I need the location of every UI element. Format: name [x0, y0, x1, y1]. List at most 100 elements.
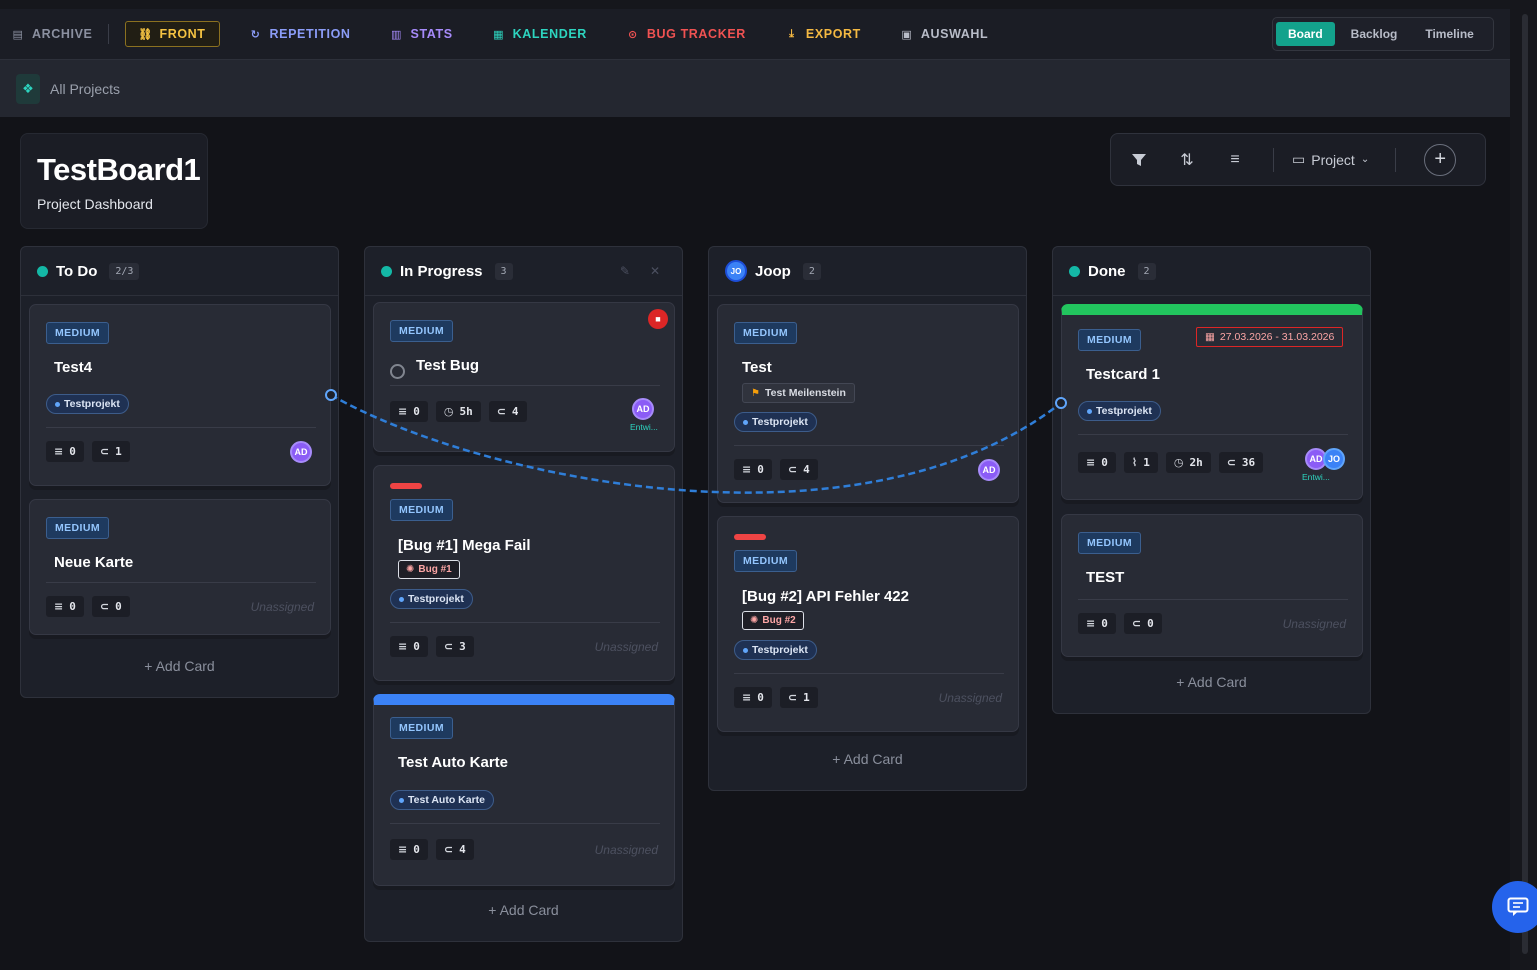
chevron-down-icon: ⌄ [1360, 154, 1370, 165]
card-title: [Bug #2] API Fehler 422 [742, 588, 909, 605]
list-icon: ≡ [1086, 617, 1096, 630]
column-header: In Progress 3 ✎ ✕ [365, 247, 682, 296]
toolbar-separator [1273, 147, 1274, 172]
project-tag: Testprojekt [46, 394, 129, 414]
filter-icon[interactable] [1129, 150, 1149, 170]
nav-export[interactable]: ⤓ EXPORT [786, 27, 861, 41]
subtask-count: ⊂ 0 [1123, 613, 1162, 634]
column-status-dot [381, 265, 392, 277]
nav-archive[interactable]: ▤ ARCHIVE [12, 27, 92, 41]
bug-color-strip [734, 534, 766, 540]
board-title-card: TestBoard1 Project Dashboard [20, 133, 208, 229]
project-tag: Testprojekt [734, 412, 817, 432]
subtask-count: ⊂ 1 [779, 687, 818, 708]
description-count: ≡ 0 [1078, 613, 1116, 634]
column-title: Done [1088, 262, 1126, 280]
priority-badge: MEDIUM [1078, 329, 1141, 351]
nav-bugtracker[interactable]: ⊙ BUG TRACKER [627, 27, 746, 41]
priority-badge: MEDIUM [390, 320, 453, 342]
view-timeline-button[interactable]: Timeline [1413, 22, 1485, 46]
unassigned-label: Unassigned [594, 640, 658, 654]
card-metrics: ≡ 0 ⊂ 4 [734, 459, 818, 480]
card[interactable]: MEDIUM Test4 Testprojekt ≡ 0 ⊂ 1 AD [29, 304, 331, 486]
project-dropdown[interactable]: ▭ Project ⌄ [1292, 151, 1369, 168]
add-card-button[interactable]: + Add Card [709, 751, 1026, 767]
card[interactable]: MEDIUM Test Auto Karte Test Auto Karte ≡… [373, 694, 675, 886]
subtask-icon: ⊂ [443, 843, 454, 856]
nav-export-label: EXPORT [805, 27, 861, 41]
column-title: To Do [56, 262, 98, 280]
nav-auswahl[interactable]: ▣ AUSWAHL [901, 27, 988, 41]
card[interactable]: MEDIUM [Bug #1] Mega Fail ✺ Bug #1 Testpr… [373, 465, 675, 681]
nav-repetition[interactable]: ↻ REPETITION [250, 27, 351, 41]
sort-icon[interactable]: ⇅ [1177, 150, 1197, 170]
close-icon[interactable]: ✕ [650, 264, 660, 278]
nav-front[interactable]: ⛓ FRONT [125, 21, 220, 47]
app-logo-icon[interactable]: ❖ [16, 73, 40, 104]
top-nav: ▤ ARCHIVE ⛓ FRONT ↻ REPETITION ▥ STATS ▦… [0, 9, 1510, 59]
card[interactable]: MEDIUM ▦ 27.03.2026 - 31.03.2026 Testcard… [1061, 304, 1363, 500]
avatar[interactable]: AD [290, 441, 312, 463]
add-card-button[interactable]: + Add Card [21, 658, 338, 674]
unassigned-label: Unassigned [250, 600, 314, 614]
folder-icon: ▭ [1292, 151, 1306, 167]
calendar-icon: ▦ [493, 28, 505, 41]
priority-badge: MEDIUM [390, 499, 453, 521]
subtask-icon: ⊂ [1131, 617, 1142, 630]
view-board-button[interactable]: Board [1276, 22, 1335, 46]
nav-repetition-label: REPETITION [269, 27, 351, 41]
subtask-count: ⊂ 1 [91, 441, 130, 462]
add-button[interactable]: + [1424, 143, 1457, 176]
card[interactable]: MEDIUM [Bug #2] API Fehler 422 ✺ Bug #2 T… [717, 516, 1019, 732]
edit-icon[interactable]: ✎ [620, 264, 630, 278]
add-card-button[interactable]: + Add Card [365, 902, 682, 918]
priority-badge: MEDIUM [390, 717, 453, 739]
nav-kalender[interactable]: ▦ KALENDER [493, 27, 587, 41]
nav-stats[interactable]: ▥ STATS [391, 27, 453, 41]
archive-icon: ▤ [12, 28, 24, 41]
card-title: Neue Karte [54, 554, 134, 571]
card[interactable]: MEDIUM Neue Karte ≡ 0 ⊂ 0 Unassigned [29, 499, 331, 635]
scrollbar-thumb[interactable] [1522, 14, 1528, 954]
project-dropdown-label: Project [1311, 151, 1355, 168]
column-done: Done 2 MEDIUM ▦ 27.03.2026 - 31.03.2026 T… [1052, 246, 1371, 714]
card-metrics: ≡ 0 ⊂ 1 [734, 687, 818, 708]
download-icon: ⤓ [789, 27, 795, 40]
chat-button[interactable] [1492, 881, 1537, 933]
status-toggle[interactable] [390, 364, 405, 379]
view-backlog-button[interactable]: Backlog [1339, 22, 1410, 46]
list-icon[interactable]: ≡ [1225, 150, 1245, 170]
list-icon: ≡ [54, 600, 64, 613]
attachment-count: ⌇ 1 [1123, 452, 1158, 473]
bug-icon: ✺ [750, 615, 759, 626]
avatar[interactable]: AD [632, 398, 654, 420]
subtask-icon: ⊂ [443, 640, 454, 653]
subtask-count: ⊂ 3 [435, 636, 474, 657]
description-count: ≡ 0 [46, 441, 84, 462]
card-divider [1078, 434, 1348, 435]
column-todo: To Do 2/3 MEDIUM Test4 Testprojekt ≡ 0 ⊂ 1… [20, 246, 339, 698]
column-status-dot [1069, 265, 1080, 277]
priority-badge: MEDIUM [734, 322, 797, 344]
subtask-count: ⊂ 0 [91, 596, 130, 617]
column-in-progress: In Progress 3 ✎ ✕ ■ MEDIUM Test Bug ≡ 0 ◷… [364, 246, 683, 942]
add-card-button[interactable]: + Add Card [1053, 674, 1370, 690]
card[interactable]: MEDIUM Test ⚑ Test Meilenstein Testprojek… [717, 304, 1019, 503]
card-divider [46, 427, 316, 428]
avatar[interactable]: JO [1323, 448, 1345, 470]
card[interactable]: MEDIUM TEST ≡ 0 ⊂ 0 Unassigned [1061, 514, 1363, 657]
project-tag: Testprojekt [390, 589, 473, 609]
column-avatar: JO [725, 260, 747, 282]
column-header: JO Joop 2 [709, 247, 1026, 296]
milestone-icon: ⚑ [751, 387, 760, 399]
subtask-count: ⊂ 4 [435, 839, 474, 860]
bug-badge-icon: ■ [648, 309, 668, 329]
breadcrumb-all-projects[interactable]: All Projects [50, 81, 120, 97]
nav-kalender-label: KALENDER [512, 27, 587, 41]
top-strip [0, 0, 1537, 9]
priority-badge: MEDIUM [46, 517, 109, 539]
column-count: 3 [494, 262, 513, 280]
subtask-count: ⊂ 4 [779, 459, 818, 480]
avatar[interactable]: AD [978, 459, 1000, 481]
card[interactable]: ■ MEDIUM Test Bug ≡ 0 ◷ 5h ⊂ 4 AD Entwi... [373, 302, 675, 452]
